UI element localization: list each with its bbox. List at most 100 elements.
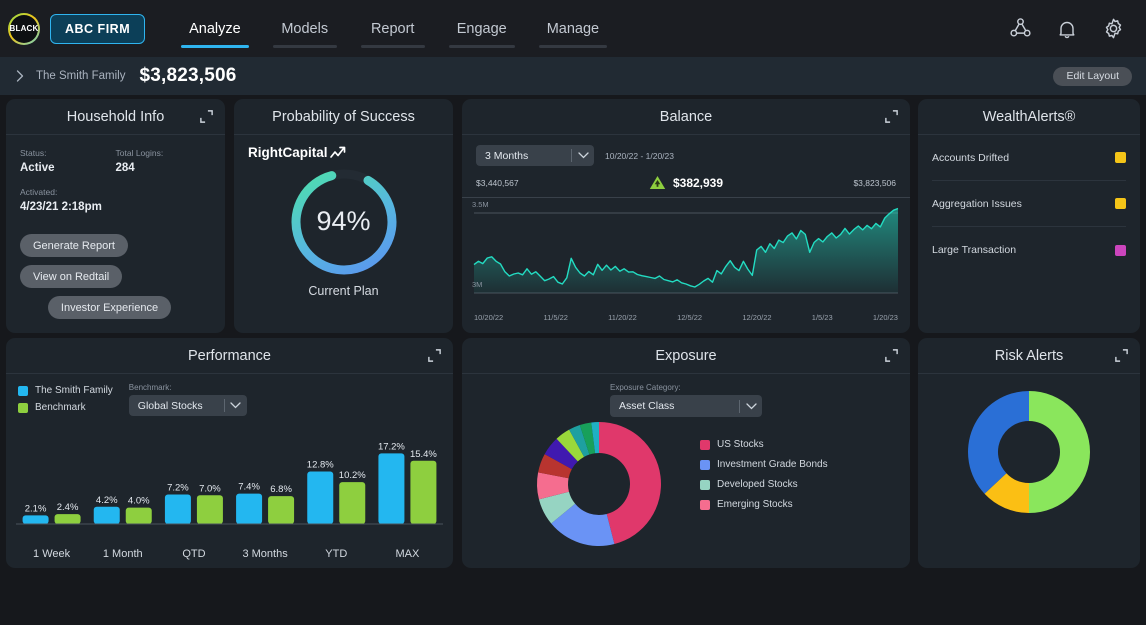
status-badge [1115,198,1126,209]
tab-analyze-label: Analyze [189,20,241,37]
card-header: Performance [6,338,453,374]
performance-controls: The Smith Family Benchmark Benchmark: Gl… [6,374,453,416]
balance-xtick: 12/5/22 [677,313,703,322]
edit-layout-button[interactable]: Edit Layout [1053,66,1132,86]
chevron-right-icon[interactable] [12,68,28,84]
performance-legend: The Smith Family Benchmark [18,383,113,416]
bar-value-label: 4.0% [128,496,150,507]
legend-swatch [700,479,710,490]
legend-label: Benchmark [35,402,86,413]
probability-donut-wrap: 94% [234,164,453,280]
expand-icon[interactable] [199,109,214,124]
bar [410,460,437,524]
tab-models[interactable]: Models [261,0,349,57]
wealth-alerts-card: WealthAlerts® Accounts Drifted Aggregati… [918,99,1140,333]
risk-alerts-card: Risk Alerts [918,338,1140,568]
tab-report[interactable]: Report [349,0,437,57]
exposure-card: Exposure Exposure Category: Asset Class [462,338,910,568]
balance-ytick-upper: 3.5M [472,200,489,209]
generate-report-button[interactable]: Generate Report [20,234,128,257]
black-logo[interactable]: BLACK [8,13,40,45]
list-item[interactable]: Large Transaction [932,227,1126,273]
balance-period-value: 3 Months [485,149,529,162]
tab-active-underline [181,45,249,48]
bar [268,496,295,524]
balance-xtick: 1/5/23 [811,313,833,322]
bar-value-label: 15.4% [410,449,437,460]
balance-area-chart: 3.5M 3M 10/20/22 11/5/22 11/20/22 12/5/2… [462,198,910,322]
legend-label: Developed Stocks [717,479,798,490]
legend-swatch [700,439,710,450]
balance-period-select[interactable]: 3 Months [476,145,594,166]
bell-icon[interactable] [1055,17,1079,41]
logo-label: BLACK [9,24,39,33]
balance-title: Balance [659,108,713,125]
card-body: 3 Months 10/20/22 - 1/20/23 $3,440,567 $… [462,135,910,333]
tab-manage[interactable]: Manage [527,0,619,57]
wealth-alerts-title: WealthAlerts® [982,108,1076,125]
probability-value: 94% [316,205,371,236]
total-logins-field: Total Logins: 284 [116,148,212,174]
expand-icon[interactable] [884,348,899,363]
expand-icon[interactable] [884,109,899,124]
status-badge [1115,152,1126,163]
client-name: The Smith Family [36,70,126,82]
tab-engage-label: Engage [456,20,507,37]
list-item[interactable]: Accounts Drifted [932,135,1126,181]
investor-experience-button[interactable]: Investor Experience [47,296,172,319]
card-header: Probability of Success [234,99,453,135]
bar [339,482,366,524]
rightcapital-label: RightCapital [248,145,328,160]
exposure-legend: US Stocks Investment Grade Bonds Develop… [700,439,828,510]
benchmark-label: Benchmark: [128,383,172,392]
bar-value-label: 6.8% [270,484,292,495]
list-item[interactable]: Aggregation Issues [932,181,1126,227]
tab-underline [360,45,425,48]
risk-alerts-title: Risk Alerts [994,347,1064,364]
balance-date-range: 10/20/22 - 1/20/23 [605,150,675,161]
trend-up-triangle-icon [649,176,666,189]
firm-name-button[interactable]: ABC FIRM [50,13,146,44]
bar-value-label: 4.2% [96,495,118,506]
bar [307,471,334,524]
status-label: Status: [20,148,47,158]
legend-label: US Stocks [717,439,764,450]
bar [236,493,263,524]
probability-of-success-card: Probability of Success RightCapital 94% … [234,99,453,333]
tab-engage[interactable]: Engage [437,0,527,57]
view-on-redtail-button[interactable]: View on Redtail [20,265,123,288]
balance-chart-svg [473,207,899,294]
performance-xtick: YTD [325,548,348,560]
expand-icon[interactable] [1114,348,1129,363]
bar [164,494,191,524]
performance-title: Performance [187,347,271,364]
gear-icon[interactable] [1101,16,1126,41]
household-fields: Status: Active Total Logins: 284 Activat… [6,135,225,213]
tab-models-label: Models [281,20,329,37]
performance-xtick: 3 Months [242,548,288,560]
legend-item-emerging-stocks: Emerging Stocks [700,499,828,510]
share-network-icon[interactable] [1008,16,1033,41]
performance-chart-svg: 2.1% 2.4% 4.2% 4.0% 7.2% 7.0% 7.4% 6.8% 12.8% 10.… [16,441,443,525]
performance-card: Performance The Smith Family Benchmark B… [6,338,453,568]
benchmark-select[interactable]: Global Stocks [128,395,247,416]
exposure-category-select[interactable]: Asset Class [610,395,762,417]
tab-analyze[interactable]: Analyze [169,0,261,57]
pie-slice [968,391,1029,494]
firm-name-label: ABC FIRM [65,21,131,36]
card-body: Exposure Category: Asset Class US Stocks… [462,374,910,568]
balance-change-group: $382,939 [649,175,723,190]
exposure-title: Exposure [655,347,717,364]
balance-end-value: $3,823,506 [853,177,896,188]
expand-icon[interactable] [427,348,442,363]
legend-swatch [700,499,710,510]
balance-controls: 3 Months 10/20/22 - 1/20/23 [462,135,910,166]
view-on-redtail-label: View on Redtail [33,270,110,283]
probability-title: Probability of Success [272,108,415,125]
chevron-down-icon [225,402,247,409]
performance-bar-chart: 2.1% 2.4% 4.2% 4.0% 7.2% 7.0% 7.4% 6.8% 12.8% 10.… [16,436,443,538]
bar-value-label: 10.2% [339,470,366,481]
bar [125,507,152,524]
legend-swatch [18,402,28,413]
activated-label: Activated: [20,187,58,197]
